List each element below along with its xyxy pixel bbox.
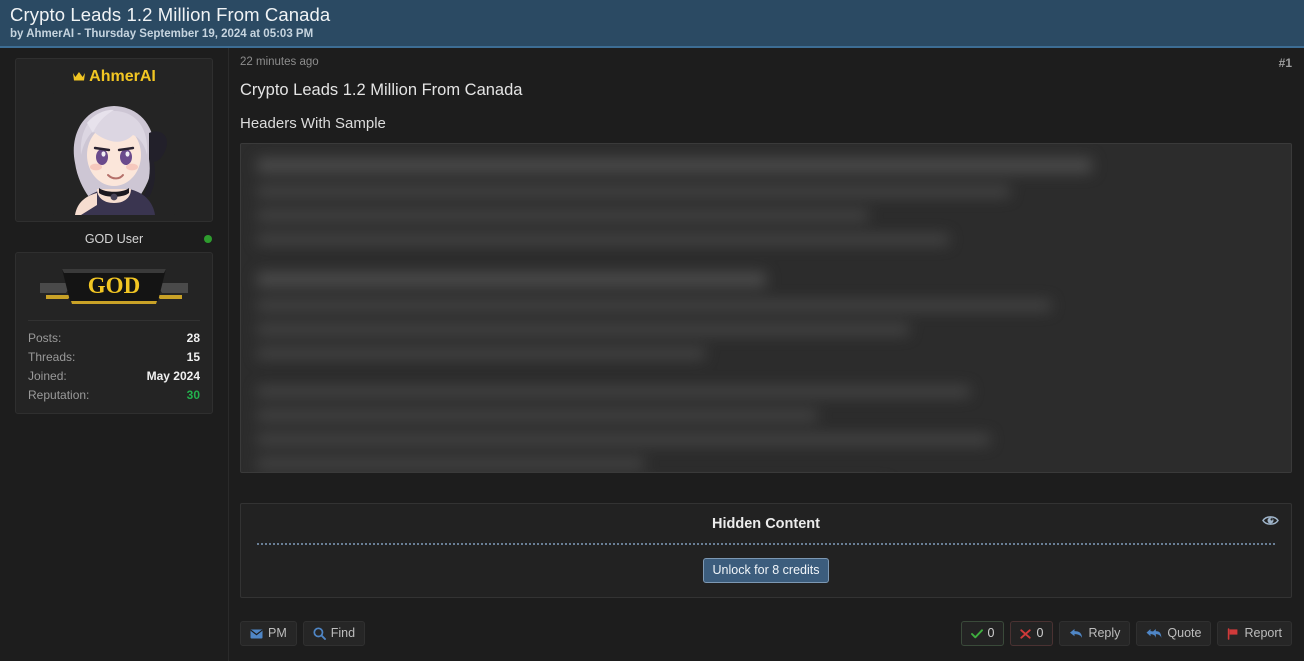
find-label: Find xyxy=(330,626,356,640)
upvote-button[interactable]: 0 xyxy=(960,621,1005,646)
user-profile-card: AhmerAI xyxy=(15,58,213,222)
reply-button[interactable]: Reply xyxy=(1059,621,1131,646)
pm-label: PM xyxy=(268,626,287,640)
report-button[interactable]: Report xyxy=(1217,621,1292,646)
quote-arrows-icon xyxy=(1146,628,1162,639)
flag-icon xyxy=(1227,627,1239,640)
eye-icon[interactable] xyxy=(1262,514,1279,532)
find-button[interactable]: Find xyxy=(302,621,366,646)
stat-value: 15 xyxy=(186,350,200,364)
stat-label: Posts: xyxy=(28,331,62,345)
x-icon xyxy=(1020,628,1032,639)
post-meta: 22 minutes ago #1 xyxy=(240,56,1292,73)
avatar[interactable] xyxy=(53,93,175,215)
left-action-group: PM Find xyxy=(240,621,366,646)
pm-button[interactable]: PM xyxy=(240,621,297,646)
stat-label: Joined: xyxy=(28,369,67,383)
usergroup-label: GOD User xyxy=(84,232,144,246)
online-status-indicator xyxy=(204,235,212,243)
hidden-content-box: Hidden Content Unlock for 8 credits xyxy=(240,503,1292,598)
dotted-separator xyxy=(257,543,1275,545)
reply-label: Reply xyxy=(1088,626,1121,640)
envelope-icon xyxy=(250,629,263,639)
user-avatar xyxy=(53,93,175,215)
stats-divider xyxy=(28,320,200,321)
post-timestamp: 22 minutes ago xyxy=(240,56,319,68)
hidden-content-title: Hidden Content xyxy=(712,516,820,532)
upvote-count: 0 xyxy=(987,626,995,640)
report-label: Report xyxy=(1244,626,1282,640)
user-stats-card: GOD Posts: 28 Threads: 15 Joined: May 20… xyxy=(15,252,213,414)
stat-value: May 2024 xyxy=(146,369,200,383)
author-username-text: AhmerAI xyxy=(89,68,156,85)
stat-value: 28 xyxy=(186,331,200,345)
thread-title: Crypto Leads 1.2 Million From Canada xyxy=(10,4,331,25)
post-action-bar: PM Find 0 0 Reply Quote Report xyxy=(240,621,1292,646)
thread-header: Crypto Leads 1.2 Million From Canada by … xyxy=(0,0,1304,48)
quote-button[interactable]: Quote xyxy=(1136,621,1212,646)
stat-label: Reputation: xyxy=(28,388,90,402)
stat-row: Reputation: 30 xyxy=(26,386,202,405)
reply-arrow-icon xyxy=(1069,628,1083,639)
unlock-button[interactable]: Unlock for 8 credits xyxy=(702,558,830,583)
stat-label: Threads: xyxy=(28,350,76,364)
quote-label: Quote xyxy=(1167,626,1202,640)
author-username[interactable]: AhmerAI xyxy=(22,67,206,87)
crown-icon xyxy=(72,68,86,87)
blurred-text-lines xyxy=(241,144,1291,472)
check-icon xyxy=(970,628,983,639)
stat-row: Joined: May 2024 xyxy=(26,367,202,386)
stat-row: Posts: 28 xyxy=(26,329,202,348)
unlock-button-wrapper: Unlock for 8 credits xyxy=(255,558,1277,583)
thread-byline: by AhmerAI - Thursday September 19, 2024… xyxy=(10,28,314,40)
blurred-content-preview xyxy=(240,143,1292,473)
post-author-sidebar: AhmerAI GOD User GOD Posts: 28 Threads: … xyxy=(0,48,229,661)
usergroup-row: GOD User xyxy=(15,226,213,252)
rank-badge-icon: GOD xyxy=(40,269,188,304)
stat-row: Threads: 15 xyxy=(26,348,202,367)
svg-text:GOD: GOD xyxy=(88,273,140,298)
post-main-column: 22 minutes ago #1 Crypto Leads 1.2 Milli… xyxy=(229,48,1304,661)
downvote-button[interactable]: 0 xyxy=(1010,621,1054,646)
right-action-group: 0 0 Reply Quote Report xyxy=(960,621,1292,646)
reputation-value[interactable]: 30 xyxy=(187,386,200,405)
post-body-wrapper: AhmerAI GOD User GOD Posts: 28 Threads: … xyxy=(0,48,1304,661)
search-icon xyxy=(313,627,326,640)
post-subtitle: Headers With Sample xyxy=(240,115,386,132)
post-title: Crypto Leads 1.2 Million From Canada xyxy=(240,81,523,99)
post-number[interactable]: #1 xyxy=(1279,56,1292,70)
downvote-count: 0 xyxy=(1036,626,1044,640)
